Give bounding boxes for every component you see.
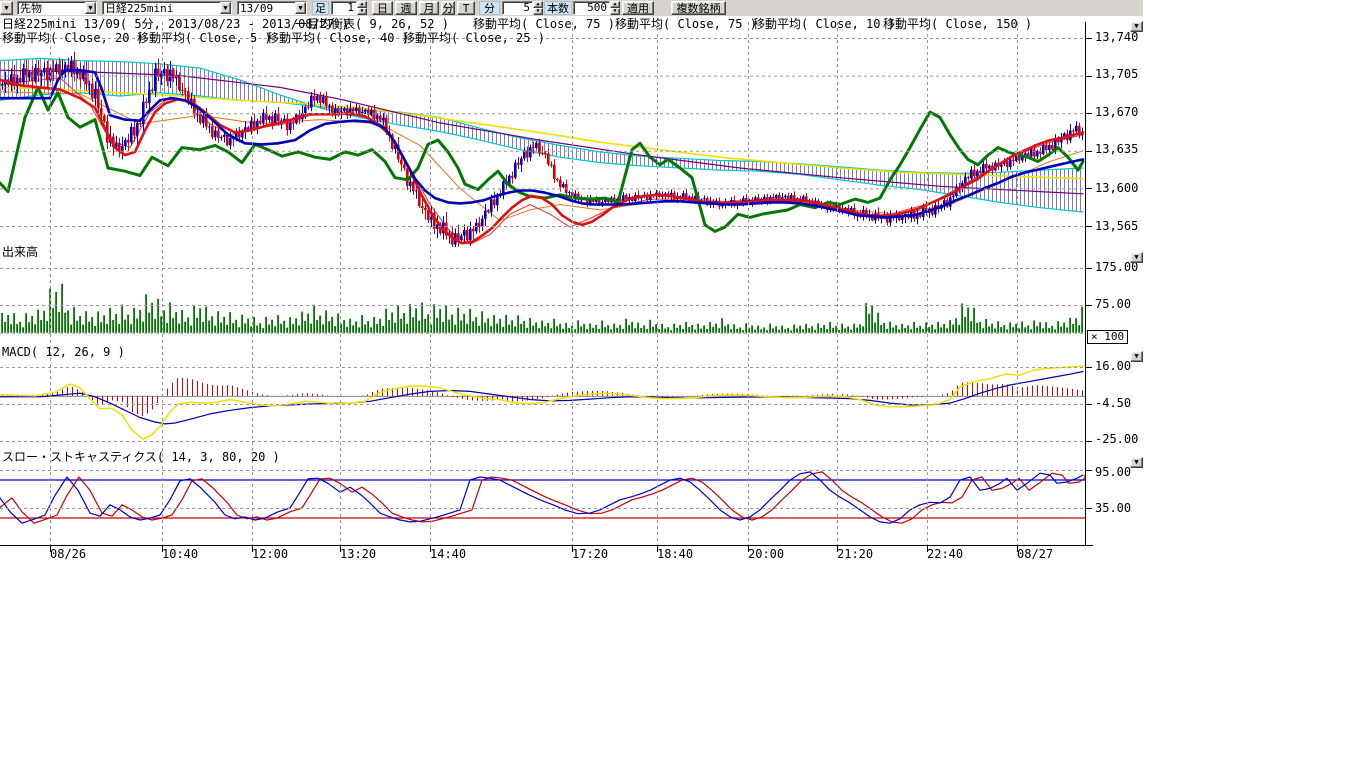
price-tick-label: 13,565 <box>1095 220 1138 233</box>
chevron-down-icon: ▼ <box>1134 351 1138 362</box>
ma40-legend: 移動平均( Close, 40 ) <box>267 32 409 45</box>
daily-button[interactable]: 日 <box>372 1 393 15</box>
ma5-legend: 移動平均( Close, 5 ) <box>137 32 272 45</box>
stoch-tick-label: 95.00 <box>1095 466 1131 479</box>
bar-count-stepper[interactable]: ▲ ▼ <box>610 1 620 15</box>
candlestick-chart-canvas[interactable] <box>0 16 1143 556</box>
ichimoku-legend: 一目均衡表( 9, 26, 52 ) <box>295 18 449 31</box>
volume-multiplier-badge: × 100 <box>1087 330 1128 344</box>
chevron-down-icon[interactable]: ▼ <box>220 2 231 14</box>
chevron-down-icon: ▼ <box>1134 21 1138 32</box>
time-tick-label: 20:00 <box>748 548 784 561</box>
time-tick-label: 21:20 <box>837 548 873 561</box>
ma75-legend: 移動平均( Close, 75 ) <box>473 18 615 31</box>
chevron-down-icon[interactable]: ▼ <box>85 2 96 14</box>
macd-scale-dropdown-button[interactable]: ▼ <box>1130 351 1143 362</box>
market-type-combo[interactable]: 先物 ▼ <box>17 1 97 15</box>
minute-unit-label: 分 <box>479 1 500 15</box>
minute-stepper[interactable]: ▲ ▼ <box>533 1 543 15</box>
price-tick-label: 13,600 <box>1095 182 1138 195</box>
time-tick-label: 18:40 <box>657 548 693 561</box>
price-tick-label: 13,670 <box>1095 106 1138 119</box>
spin-down-icon[interactable]: ▼ <box>357 8 367 15</box>
time-tick-label: 22:40 <box>927 548 963 561</box>
contract-month-value: 13/09 <box>238 2 295 14</box>
bar-interval-input[interactable]: 1 <box>331 1 357 15</box>
spin-up-icon[interactable]: ▲ <box>357 1 367 8</box>
time-tick-label: 14:40 <box>430 548 466 561</box>
contract-month-combo[interactable]: 13/09 ▼ <box>237 1 307 15</box>
bar-count-label: 本数 <box>544 1 572 15</box>
stoch-scale-dropdown-button[interactable]: ▼ <box>1130 457 1143 468</box>
app-window: { "toolbar": { "combos": [ {"value": "先物… <box>0 0 1366 768</box>
time-tick-label: 10:40 <box>162 548 198 561</box>
tick-button[interactable]: T <box>457 1 475 15</box>
stoch-tick-label: 35.00 <box>1095 502 1131 515</box>
weekly-button[interactable]: 週 <box>395 1 417 15</box>
ma10-legend: 移動平均( Close, 10 ) <box>753 18 895 31</box>
bar-interval-stepper[interactable]: ▲ ▼ <box>357 1 367 15</box>
stochastics-panel-label: スロー・ストキャスティクス( 14, 3, 80, 20 ) <box>2 451 280 464</box>
macd-tick-label: -4.50 <box>1095 397 1131 410</box>
spin-down-icon[interactable]: ▼ <box>610 8 620 15</box>
ma75b-legend: 移動平均( Close, 75 ) <box>615 18 757 31</box>
price-tick-label: 13,705 <box>1095 68 1138 81</box>
price-scale-dropdown-button[interactable]: ▼ <box>1130 21 1143 32</box>
market-type-value: 先物 <box>18 2 85 14</box>
chevron-down-icon[interactable]: ▼ <box>295 2 306 14</box>
volume-tick-label: 75.00 <box>1095 298 1131 311</box>
price-tick-label: 13,740 <box>1095 31 1138 44</box>
minute-value-input[interactable]: 5 <box>502 1 533 15</box>
time-tick-label: 08/26 <box>50 548 86 561</box>
spin-up-icon[interactable]: ▲ <box>533 1 543 8</box>
chevron-down-icon: ▼ <box>1134 457 1138 468</box>
volume-scale-dropdown-button[interactable]: ▼ <box>1130 252 1143 263</box>
time-tick-label: 17:20 <box>572 548 608 561</box>
macd-tick-label: 16.00 <box>1095 360 1131 373</box>
spin-down-icon[interactable]: ▼ <box>533 8 543 15</box>
multi-symbol-button[interactable]: 複数銘柄 <box>671 1 726 15</box>
chevron-down-icon: ▼ <box>4 3 8 14</box>
apply-button[interactable]: 適用 <box>622 1 654 15</box>
minute-button[interactable]: 分 <box>441 1 455 15</box>
symbol-combo[interactable]: 日経225mini ▼ <box>102 1 232 15</box>
volume-panel-label: 出来高 <box>2 246 38 259</box>
time-tick-label: 13:20 <box>340 548 376 561</box>
ma25-legend: 移動平均( Close, 25 ) <box>403 32 545 45</box>
ma150-legend: 移動平均( Close, 150 ) <box>883 18 1032 31</box>
macd-tick-label: -25.00 <box>1095 433 1138 446</box>
symbol-value: 日経225mini <box>103 2 220 14</box>
toolbar: ▼ 先物 ▼ 日経225mini ▼ 13/09 ▼ 足 1 ▲ ▼ 日 週 月… <box>0 0 1143 16</box>
macd-panel-label: MACD( 12, 26, 9 ) <box>2 346 125 359</box>
price-tick-label: 13,635 <box>1095 143 1138 156</box>
hidden-combo-arrow-button[interactable]: ▼ <box>0 1 13 15</box>
bar-count-input[interactable]: 500 <box>573 1 610 15</box>
spin-up-icon[interactable]: ▲ <box>610 1 620 8</box>
time-tick-label: 12:00 <box>252 548 288 561</box>
monthly-button[interactable]: 月 <box>419 1 439 15</box>
time-tick-label: 08/27 <box>1017 548 1053 561</box>
bar-type-label: 足 <box>312 1 329 15</box>
ma20-legend: 移動平均( Close, 20 ) <box>2 32 144 45</box>
chevron-down-icon: ▼ <box>1134 252 1138 263</box>
